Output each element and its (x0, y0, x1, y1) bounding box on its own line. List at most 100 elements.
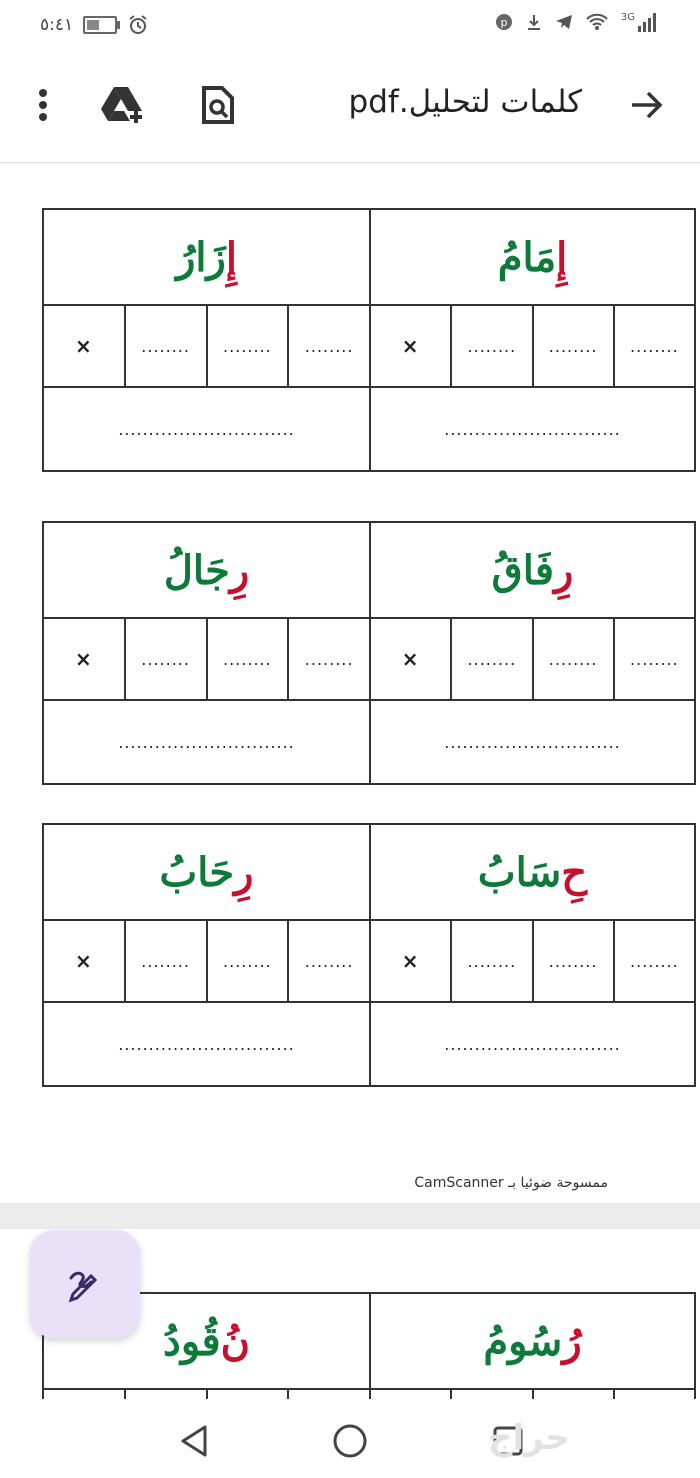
clock: ٥:٤١ (40, 15, 74, 35)
more-vert-icon (39, 89, 47, 121)
system-nav-bar (0, 1399, 700, 1478)
x-mark: × (401, 949, 420, 973)
letter-cell (123, 1390, 206, 1399)
word-prefix: رِ (234, 848, 254, 896)
pen-edit-icon (68, 1271, 98, 1303)
word-card: نُ قُودُ رُ سُومُ (42, 1292, 696, 1399)
status-bar: ٥:٤١ p 3G (0, 0, 700, 54)
wifi-icon (586, 13, 608, 30)
word-right: رِ فَاقُ (369, 523, 694, 617)
line-row: ............................. ..........… (44, 388, 694, 470)
document-title: كلمات لتحليل.pdf (348, 84, 582, 120)
word-rest: زَارُ (176, 233, 226, 281)
letters-right: × ........ ........ ........ (369, 306, 694, 386)
circle-home-icon (333, 1424, 367, 1458)
word-prefix: رِ (554, 546, 574, 594)
letter-blank: ........ (531, 619, 613, 699)
word-row: نُ قُودُ رُ سُومُ (44, 1294, 694, 1390)
word-rest: قُودُ (163, 1317, 221, 1365)
word-row: رِ جَالُ رِ فَاقُ (44, 523, 694, 619)
line-row: ............................. ..........… (44, 1003, 694, 1085)
letter-blank: ........ (612, 619, 694, 699)
telegram-icon (555, 15, 572, 29)
x-mark: × (74, 334, 93, 358)
annotate-fab[interactable] (30, 1230, 140, 1338)
line-blank-left: ............................. (118, 419, 295, 439)
haraj-watermark: حراج (488, 1418, 570, 1458)
word-left: رِ حَابُ (44, 825, 369, 919)
letter-blank: ........ (287, 619, 369, 699)
alarm-icon (129, 15, 147, 34)
letter-blank: ........ (612, 306, 694, 386)
drive-add-icon (101, 87, 142, 123)
word-prefix: رُ (562, 1317, 582, 1365)
word-right: إِ مَامُ (369, 210, 694, 304)
word-rest: فَاقُ (491, 546, 555, 594)
search-in-doc-button[interactable] (193, 80, 243, 130)
word-rest: جَالُ (163, 546, 230, 594)
letter-blank: ........ (205, 619, 288, 699)
line-blank-right: ............................. (369, 701, 694, 783)
letter-cell (531, 1390, 613, 1399)
back-button[interactable] (622, 80, 672, 130)
battery-icon (83, 16, 121, 34)
pinterest-icon: p (495, 14, 512, 30)
line-row: ............................. ..........… (44, 701, 694, 783)
word-prefix: حِ (561, 848, 588, 896)
letter-cell (287, 1390, 369, 1399)
more-options-button[interactable] (18, 80, 68, 130)
letters-right: × ........ ........ ........ (369, 921, 694, 1001)
letter-blank: ........ (612, 921, 694, 1001)
word-rest: سُومُ (483, 1317, 563, 1365)
letter-blank: ........ (531, 921, 613, 1001)
letter-cell (450, 1390, 531, 1399)
letter-blank: ........ (205, 306, 288, 386)
letters-left: × ........ ........ ........ (44, 306, 369, 386)
letters-row: × ........ ........ ........ × ........ … (44, 306, 694, 388)
letters-row (44, 1390, 694, 1399)
letters-left: × ........ ........ ........ (44, 619, 369, 699)
letter-cell (205, 1390, 288, 1399)
word-left: إِ زَارُ (44, 210, 369, 304)
letter-cell (44, 1390, 124, 1399)
letter-blank: ........ (123, 619, 206, 699)
letters-row: × ........ ........ ........ × ........ … (44, 921, 694, 1003)
battery-fill (87, 20, 100, 30)
nav-home-button[interactable] (328, 1419, 372, 1463)
x-mark: × (74, 949, 93, 973)
find-in-page-icon (202, 86, 234, 124)
letter-cell (371, 1390, 450, 1399)
word-rest: سَابُ (477, 848, 562, 896)
word-prefix: إِ (225, 233, 237, 281)
word-prefix: رِ (229, 546, 250, 594)
line-blank-left: ............................. (118, 1034, 295, 1054)
x-mark: × (401, 647, 420, 671)
triangle-back-icon (181, 1425, 207, 1457)
letter-blank: ........ (287, 306, 369, 386)
arrow-forward-icon (632, 91, 663, 119)
status-right: p 3G (495, 12, 656, 32)
letter-blank: ........ (450, 306, 531, 386)
line-blank-right: ............................. (369, 1003, 694, 1085)
letter-blank: ........ (205, 921, 288, 1001)
letters-right (369, 1390, 694, 1399)
word-rest: مَامُ (497, 233, 557, 281)
nav-back-button[interactable] (172, 1419, 216, 1463)
word-card: رِ جَالُ رِ فَاقُ × ........ ........ ....… (42, 521, 696, 785)
letters-row: × ........ ........ ........ × ........ … (44, 619, 694, 701)
word-rest: حَابُ (159, 848, 235, 896)
pdf-page[interactable]: إِ زَارُ إِ مَامُ × ........ ........ ....… (0, 163, 700, 1203)
word-card: إِ زَارُ إِ مَامُ × ........ ........ ....… (42, 208, 696, 472)
word-row: رِ حَابُ حِ سَابُ (44, 825, 694, 921)
status-left: ٥:٤١ (40, 14, 149, 36)
line-blank-left: ............................. (118, 732, 295, 752)
app-bar: كلمات لتحليل.pdf (0, 54, 700, 163)
network-type: 3G (620, 12, 635, 23)
letter-blank: ........ (531, 306, 613, 386)
camscanner-note: ممسوحة ضوئيا بـ CamScanner (414, 1175, 608, 1191)
x-mark: × (401, 334, 420, 358)
letters-right: × ........ ........ ........ (369, 619, 694, 699)
word-prefix: إِ (556, 233, 568, 281)
letter-blank: ........ (123, 921, 206, 1001)
add-to-drive-button[interactable] (98, 80, 148, 130)
